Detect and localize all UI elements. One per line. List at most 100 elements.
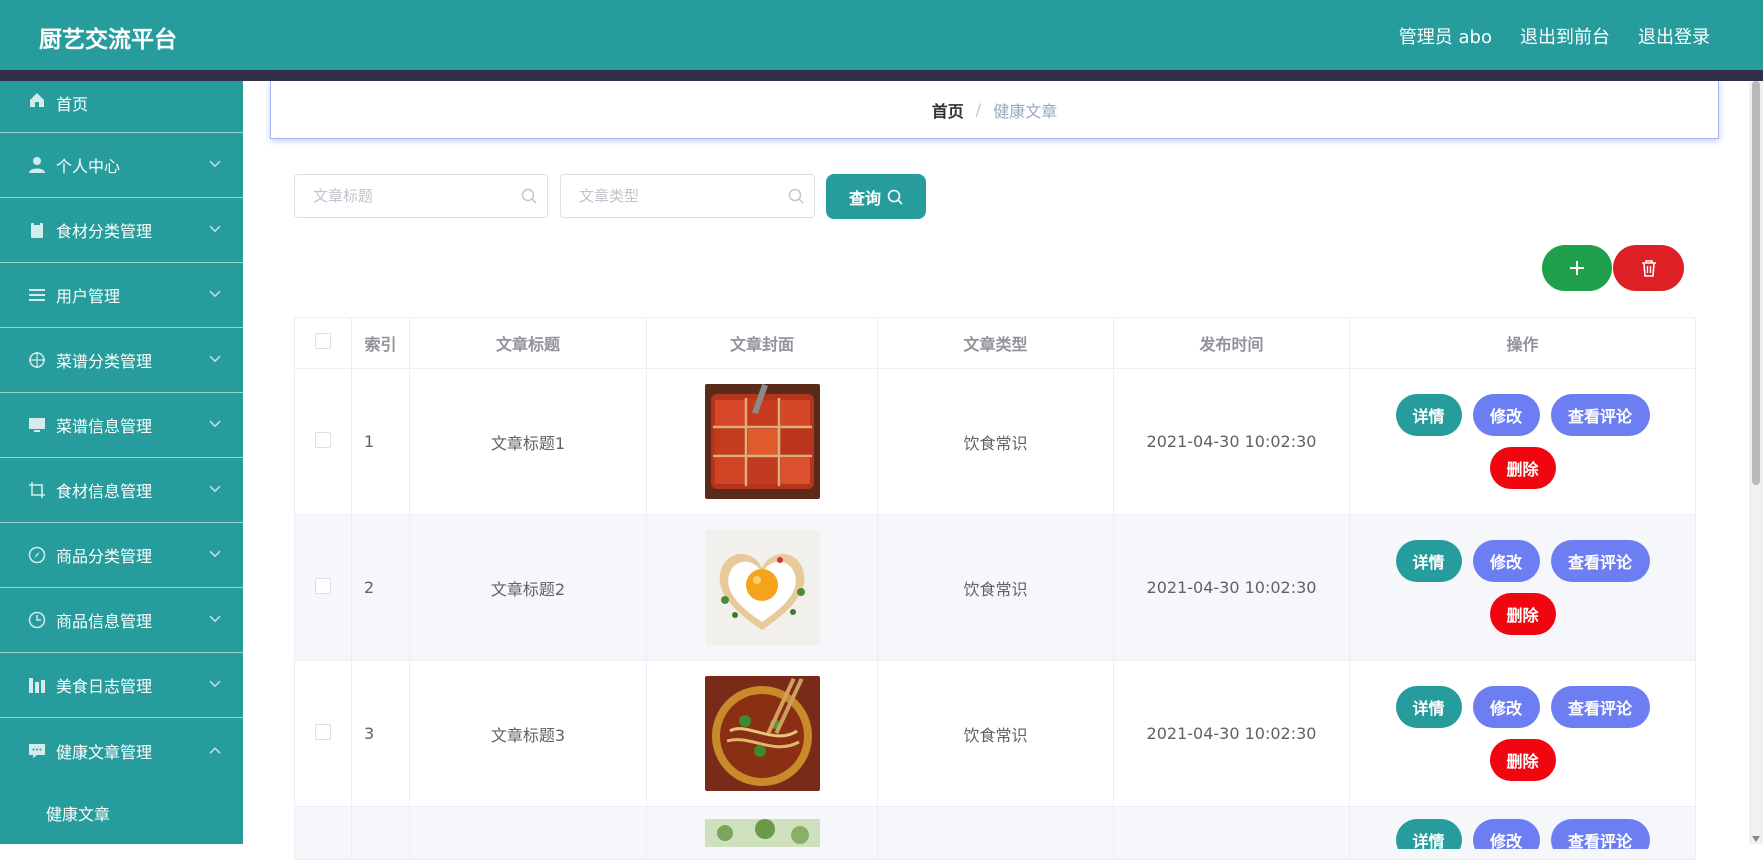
detail-button[interactable]: 详情 — [1395, 394, 1462, 436]
sidebar-item-label: 美食日志管理 — [56, 677, 153, 696]
chevron-down-icon — [209, 485, 221, 493]
row-cover-cell — [646, 514, 878, 661]
table-row: 详情 修改 查看评论 — [294, 806, 1696, 860]
row-title: 文章标题3 — [409, 660, 647, 807]
add-button[interactable] — [1542, 245, 1612, 291]
title-search-input[interactable] — [311, 175, 495, 217]
row-title: 文章标题1 — [409, 368, 647, 515]
chevron-down-icon — [209, 225, 221, 233]
edit-button[interactable]: 修改 — [1472, 540, 1540, 582]
table-row: 3 文章标题3 饮食常识 2021-04-30 10:02:30 详情 修改 查… — [294, 660, 1696, 807]
sidebar-item-personal-center[interactable]: 个人中心 — [0, 133, 243, 198]
row-index: 3 — [351, 660, 410, 807]
noodle-bowl-image — [704, 676, 820, 791]
title-search-field[interactable] — [294, 174, 548, 218]
sidebar-item-label: 商品信息管理 — [56, 612, 153, 631]
edit-button[interactable]: 修改 — [1472, 819, 1540, 849]
query-button[interactable]: 查询 — [826, 174, 926, 219]
sidebar-item-health-article-management[interactable]: 健康文章管理 — [0, 718, 243, 783]
sidebar-item-user-management[interactable]: 用户管理 — [0, 263, 243, 328]
target-icon — [28, 351, 46, 369]
row-index: 2 — [351, 514, 410, 661]
detail-button[interactable]: 详情 — [1395, 686, 1462, 728]
breadcrumb-separator: / — [975, 100, 982, 119]
scroll-down-arrow-icon[interactable] — [1752, 836, 1760, 842]
delete-button[interactable]: 删除 — [1489, 739, 1556, 781]
row-actions-cell: 详情 修改 查看评论 删除 — [1349, 660, 1696, 807]
sidebar-item-recipe-info[interactable]: 菜谱信息管理 — [0, 393, 243, 458]
sidebar-item-product-info[interactable]: 商品信息管理 — [0, 588, 243, 653]
sidebar-item-ingredient-info[interactable]: 食材信息管理 — [0, 458, 243, 523]
query-button-label: 查询 — [848, 188, 881, 208]
row-checkbox[interactable] — [315, 723, 331, 740]
sidebar: 首页 个人中心 食材分类管理 用户管理 菜谱分类管理 菜谱信息管理 食材信息管理… — [0, 81, 243, 844]
search-icon — [788, 188, 804, 204]
row-time: 2021-04-30 10:02:30 — [1113, 368, 1350, 515]
exit-to-front-link[interactable]: 退出到前台 — [1520, 23, 1610, 49]
chevron-down-icon — [209, 290, 221, 298]
sidebar-item-recipe-category[interactable]: 菜谱分类管理 — [0, 328, 243, 393]
select-all-checkbox[interactable] — [315, 333, 331, 349]
sidebar-subitem-health-article[interactable]: 健康文章 — [0, 783, 243, 843]
row-type: 饮食常识 — [877, 514, 1114, 661]
view-comments-button[interactable]: 查看评论 — [1550, 540, 1650, 582]
edit-button[interactable]: 修改 — [1472, 394, 1540, 436]
batch-delete-button[interactable] — [1613, 245, 1684, 291]
sidebar-item-label: 菜谱分类管理 — [56, 352, 153, 371]
table-row: 2 文章标题2 饮食常识 2021-04-30 10:02:30 详情 修改 查… — [294, 514, 1696, 661]
page-scrollbar[interactable] — [1749, 81, 1763, 844]
user-icon — [28, 156, 46, 174]
clock-icon — [28, 611, 46, 629]
view-comments-button[interactable]: 查看评论 — [1550, 686, 1650, 728]
detail-button[interactable]: 详情 — [1395, 540, 1462, 582]
view-comments-button[interactable]: 查看评论 — [1550, 819, 1650, 849]
sidebar-item-label: 用户管理 — [56, 287, 121, 306]
delete-button[interactable]: 删除 — [1489, 593, 1556, 635]
top-header: 厨艺交流平台 管理员 abo 退出到前台 退出登录 — [0, 0, 1763, 81]
row-actions-cell: 详情 修改 查看评论 删除 — [1349, 368, 1696, 515]
chevron-up-icon — [209, 746, 221, 754]
row-checkbox[interactable] — [315, 431, 331, 448]
row-cover-cell — [646, 806, 878, 860]
trash-icon — [1641, 260, 1656, 277]
sidebar-item-label: 商品分类管理 — [56, 547, 153, 566]
breadcrumb: 首页 / 健康文章 — [270, 81, 1719, 139]
sidebar-item-label: 菜谱信息管理 — [56, 417, 153, 436]
sidebar-item-label: 健康文章管理 — [56, 742, 153, 762]
chevron-down-icon — [209, 355, 221, 363]
sidebar-item-home[interactable]: 首页 — [0, 81, 243, 133]
sidebar-item-product-category[interactable]: 商品分类管理 — [0, 523, 243, 588]
column-header-type: 文章类型 — [877, 317, 1114, 369]
home-icon — [28, 91, 46, 109]
row-type: 饮食常识 — [877, 368, 1114, 515]
breadcrumb-home[interactable]: 首页 — [932, 98, 964, 122]
sidebar-item-food-log[interactable]: 美食日志管理 — [0, 653, 243, 718]
search-icon — [521, 188, 537, 204]
sidebar-item-label: 食材信息管理 — [56, 482, 153, 501]
view-comments-button[interactable]: 查看评论 — [1550, 394, 1650, 436]
column-header-time: 发布时间 — [1113, 317, 1350, 369]
logout-link[interactable]: 退出登录 — [1638, 23, 1710, 49]
row-checkbox[interactable] — [315, 577, 331, 594]
cover-image — [704, 819, 820, 847]
clipboard-icon — [28, 221, 46, 239]
compass-icon — [28, 546, 46, 564]
row-time: 2021-04-30 10:02:30 — [1113, 660, 1350, 807]
sidebar-item-ingredient-category[interactable]: 食材分类管理 — [0, 198, 243, 263]
type-search-input[interactable] — [577, 175, 761, 217]
detail-button[interactable]: 详情 — [1395, 819, 1462, 849]
search-icon — [887, 189, 903, 205]
scrollbar-thumb[interactable] — [1752, 81, 1760, 485]
chart-icon — [28, 676, 46, 694]
column-header-actions: 操作 — [1349, 317, 1696, 369]
sidebar-item-label: 个人中心 — [56, 157, 121, 176]
delete-button[interactable]: 删除 — [1489, 447, 1556, 489]
monitor-icon — [28, 416, 46, 434]
chat-icon — [28, 742, 46, 760]
sidebar-item-label: 食材分类管理 — [56, 222, 153, 241]
admin-user-label[interactable]: 管理员 abo — [1399, 23, 1492, 49]
edit-button[interactable]: 修改 — [1472, 686, 1540, 728]
row-cover-cell — [646, 660, 878, 807]
type-search-field[interactable] — [560, 174, 815, 218]
header-links: 管理员 abo 退出到前台 退出登录 — [1399, 23, 1710, 49]
